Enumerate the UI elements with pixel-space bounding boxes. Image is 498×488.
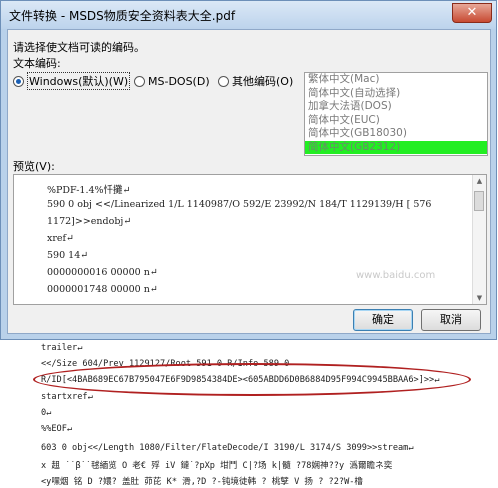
preview-line: 590 14↵ — [47, 250, 89, 261]
red-highlight-ellipse — [33, 363, 471, 396]
watermark-text: www.baidu.com — [356, 270, 436, 281]
title-bar[interactable]: 文件转换 - MSDS物质安全资料表大全.pdf ✕ — [1, 1, 496, 29]
radio-other-label: 其他编码(O) — [232, 75, 294, 88]
text-encoding-label: 文本编码: — [13, 57, 61, 70]
encoding-option[interactable]: 简体中文(GB18030) — [305, 127, 487, 141]
document-line: trailer↵ — [41, 343, 83, 353]
ok-button[interactable]: 确定 — [353, 309, 413, 331]
radio-other-indicator[interactable] — [218, 75, 229, 87]
encoding-option[interactable]: 繁体中文(Mac) — [305, 73, 487, 87]
encoding-list[interactable]: 繁体中文(Mac) 简体中文(自动选择) 加拿大法语(DOS) 简体中文(EUC… — [304, 72, 488, 156]
scroll-down-icon[interactable]: ▼ — [473, 294, 486, 302]
preview-line: xref↵ — [47, 233, 74, 244]
document-line: <y嘿烟 铭 D ?嬛? 盖肚 茆芘 K* 滑,?D ?‐钝境徒韩 ? 桃孼 V… — [41, 477, 364, 487]
preview-line: 590 0 obj <</Linearized 1/L 1140987/O 59… — [47, 199, 432, 210]
cancel-button[interactable]: 取消 — [421, 309, 481, 331]
radio-other[interactable]: 其他编码(O) — [218, 73, 293, 89]
document-content: trailer↵ <</Size 604/Prev 1129127/Root 5… — [0, 341, 498, 488]
radio-msdos-label: MS-DOS(D) — [148, 74, 210, 88]
document-line: x 趄 ˙˙β˙˙毬緬览 O 老€ 殍 iV 鏈˙?pXp 坩鬥 C|?场 k|… — [41, 461, 393, 471]
close-button[interactable]: ✕ — [452, 3, 492, 23]
encoding-option-selected[interactable]: 简体中文(GB2312) — [305, 140, 487, 154]
scrollbar-thumb[interactable] — [474, 191, 484, 211]
scroll-up-icon[interactable]: ▲ — [473, 177, 486, 185]
radio-msdos-indicator[interactable] — [134, 75, 145, 87]
dialog-title: 文件转换 - MSDS物质安全资料表大全.pdf — [9, 9, 236, 23]
dialog-client-area: 请选择使文档可读的编码。 文本编码: Windows(默认)(W) MS-DOS… — [7, 29, 491, 334]
preview-scrollbar[interactable]: ▲ ▼ — [472, 175, 486, 304]
radio-msdos[interactable]: MS-DOS(D) — [134, 73, 210, 89]
document-line: %%EOF↵ — [41, 424, 73, 434]
preview-label: 预览(V): — [13, 160, 55, 173]
file-conversion-dialog: 文件转换 - MSDS物质安全资料表大全.pdf ✕ 请选择使文档可读的编码。 … — [0, 0, 497, 340]
encoding-option[interactable]: 简体中文(EUC) — [305, 114, 487, 128]
encoding-option[interactable]: 简体中文(自动选择) — [305, 87, 487, 101]
preview-line: %PDF-1.4%忏攤↵ — [47, 185, 131, 196]
prompt-text: 请选择使文档可读的编码。 — [13, 41, 145, 54]
radio-windows[interactable]: Windows(默认)(W) — [13, 72, 131, 90]
document-line: 0↵ — [41, 408, 52, 418]
preview-line: 0000000016 00000 n↵ — [47, 267, 158, 278]
radio-windows-indicator[interactable] — [13, 75, 24, 87]
close-icon: ✕ — [466, 5, 478, 20]
preview-line: 1172]>>endobj↵ — [47, 216, 132, 227]
radio-windows-label: Windows(默认)(W) — [27, 72, 131, 90]
preview-line: 0000001748 00000 n↵ — [47, 284, 158, 295]
document-line: 603 0 obj<</Length 1080/Filter/FlateDeco… — [41, 443, 414, 453]
encoding-option[interactable]: 加拿大法语(DOS) — [305, 100, 487, 114]
document-line: startxref↵ — [41, 392, 93, 402]
preview-pane[interactable]: %PDF-1.4%忏攤↵ 590 0 obj <</Linearized 1/L… — [13, 174, 487, 305]
